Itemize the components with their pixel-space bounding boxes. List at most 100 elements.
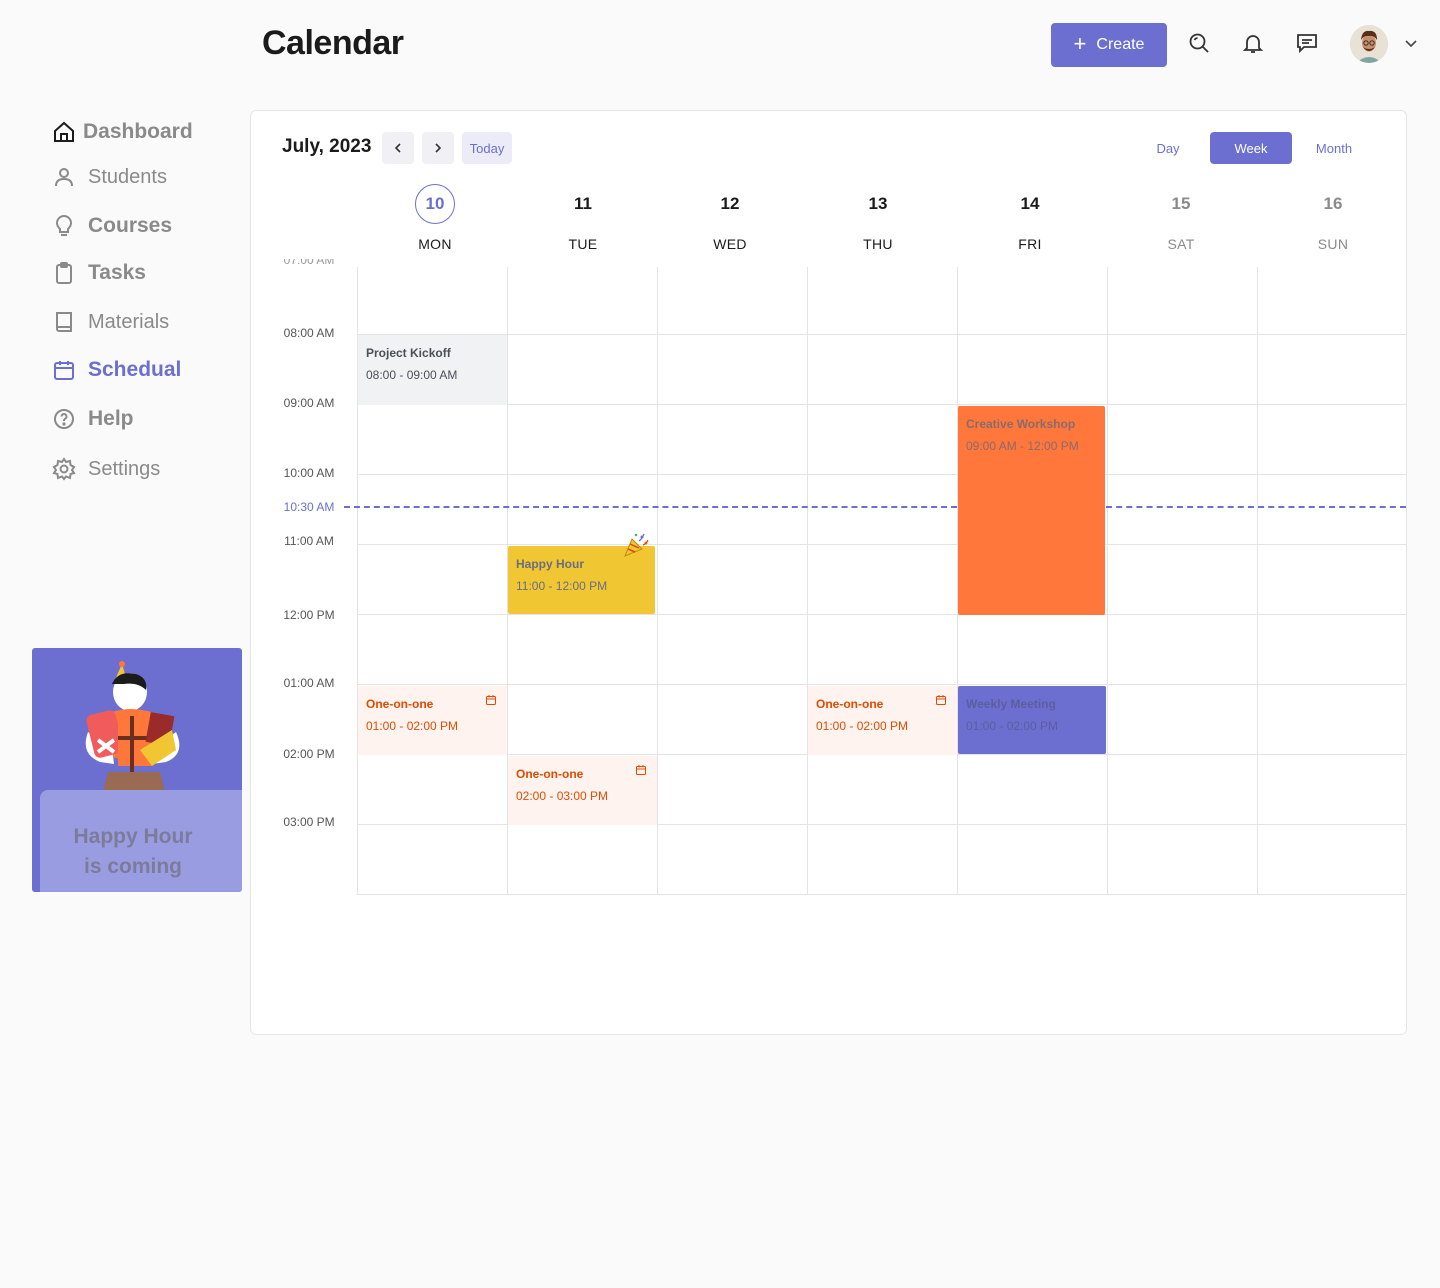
day-name: SAT <box>1167 236 1195 252</box>
promo-line-1: Happy Hour <box>73 825 193 848</box>
day-number: 10 <box>415 184 455 224</box>
view-day-button[interactable]: Day <box>1146 132 1190 164</box>
calendar-icon <box>936 695 946 705</box>
day-header-tue[interactable]: 11 TUE <box>508 184 658 252</box>
current-time-line <box>344 506 957 508</box>
current-time-line <box>1106 506 1406 508</box>
sidebar-item-students[interactable]: Students <box>52 165 167 189</box>
grid-column-line <box>657 267 658 895</box>
event-title: One-on-one <box>816 697 884 711</box>
event-one-on-one[interactable]: One-on-one 01:00 - 02:00 PM <box>358 686 507 755</box>
day-number: 14 <box>1020 194 1040 213</box>
day-number: 15 <box>1171 194 1191 213</box>
time-label: 12:00 PM <box>283 608 335 622</box>
event-title: One-on-one <box>516 767 584 781</box>
sidebar-item-label: Tasks <box>88 261 146 284</box>
current-time-label: 10:30 AM <box>283 500 335 514</box>
grid-row-line <box>357 334 1406 335</box>
event-time: 11:00 - 12:00 PM <box>516 579 608 593</box>
grid-column-line <box>1257 267 1258 895</box>
day-number: 12 <box>720 194 740 213</box>
time-label: 11:00 AM <box>284 534 334 548</box>
event-title: Project Kickoff <box>366 346 451 360</box>
calendar-icon <box>636 765 646 775</box>
create-button-label: Create <box>1096 36 1145 53</box>
event-time: 01:00 - 02:00 PM <box>816 719 909 733</box>
event-time: 01:00 - 02:00 PM <box>366 719 459 733</box>
search-icon[interactable] <box>1186 30 1212 56</box>
sidebar-item-label: Schedual <box>88 358 182 381</box>
day-number: 11 <box>574 194 592 213</box>
view-week-button[interactable]: Week <box>1210 132 1292 164</box>
day-header-sat[interactable]: 15 SAT <box>1106 184 1256 252</box>
promo-text: Happy Hour is coming <box>40 822 226 882</box>
message-icon[interactable] <box>1294 30 1320 56</box>
today-button[interactable]: Today <box>462 132 512 164</box>
sidebar-item-tasks[interactable]: Tasks <box>52 261 146 285</box>
day-name: TUE <box>568 236 598 252</box>
grid-row-line <box>357 544 1406 545</box>
grid-row-line <box>357 474 1406 475</box>
event-time: 01:00 - 02:00 PM <box>966 719 1059 733</box>
event-title: Weekly Meeting <box>966 697 1056 711</box>
help-icon <box>54 409 74 429</box>
event-one-on-one[interactable]: One-on-one 02:00 - 03:00 PM <box>508 756 657 825</box>
sidebar-item-courses[interactable]: Courses <box>52 214 172 238</box>
prev-week-button[interactable] <box>382 132 414 164</box>
view-month-button[interactable]: Month <box>1308 132 1360 164</box>
chevron-down-icon[interactable] <box>1402 34 1420 52</box>
day-header-mon[interactable]: 10 MON <box>360 184 510 252</box>
time-label: 08:00 AM <box>283 326 335 340</box>
time-label: 09:00 AM <box>283 396 335 410</box>
day-header-thu[interactable]: 13 THU <box>803 184 953 252</box>
day-name: THU <box>863 236 893 252</box>
grid-column-line <box>1107 267 1108 895</box>
event-title: One-on-one <box>366 697 434 711</box>
create-button[interactable]: + Create <box>1051 23 1167 67</box>
sidebar-item-label: Settings <box>88 457 161 480</box>
event-creative-workshop[interactable]: Creative Workshop 09:00 AM - 12:00 PM <box>958 406 1105 615</box>
gear-icon <box>52 457 76 481</box>
chevron-left-icon <box>394 143 401 153</box>
sidebar-item-label: Courses <box>88 214 173 237</box>
sidebar-item-materials[interactable]: Materials <box>52 310 169 334</box>
time-label: 10:00 AM <box>283 466 335 480</box>
day-number: 16 <box>1323 194 1343 213</box>
event-weekly-meeting[interactable]: Weekly Meeting 01:00 - 02:00 PM <box>958 686 1106 754</box>
event-time: 02:00 - 03:00 PM <box>516 789 609 803</box>
time-label: 02:00 PM <box>283 747 335 761</box>
promo-line-2: is coming <box>83 855 183 878</box>
calendar-icon <box>54 361 74 380</box>
next-week-button[interactable] <box>422 132 454 164</box>
bulb-icon <box>55 215 73 236</box>
event-one-on-one[interactable]: One-on-one 01:00 - 02:00 PM <box>808 686 957 755</box>
page-title: Calendar <box>262 24 404 62</box>
sidebar-item-label: Dashboard <box>83 120 193 143</box>
day-number: 13 <box>868 194 888 213</box>
day-header-fri[interactable]: 14 FRI <box>955 184 1105 252</box>
book-icon <box>56 312 72 332</box>
grid-row-line <box>357 404 1406 405</box>
day-name: FRI <box>1018 236 1042 252</box>
day-header-sun[interactable]: 16 SUN <box>1258 184 1408 252</box>
grid-row-line <box>357 614 1406 615</box>
sidebar-item-help[interactable]: Help <box>52 407 134 431</box>
sidebar-item-schedual[interactable]: Schedual <box>52 358 181 382</box>
sidebar-item-label: Materials <box>88 310 170 333</box>
day-header-wed[interactable]: 12 WED <box>655 184 805 252</box>
event-time: 08:00 - 09:00 AM <box>366 368 458 382</box>
sidebar-item-settings[interactable]: Settings <box>52 457 160 481</box>
grid-column-line <box>807 267 808 895</box>
bell-icon[interactable] <box>1240 30 1266 56</box>
avatar[interactable] <box>1350 25 1388 63</box>
month-label: July, 2023 <box>282 136 372 157</box>
grid-row-line <box>357 684 1406 685</box>
event-time: 09:00 AM - 12:00 PM <box>966 439 1079 453</box>
sidebar-item-dashboard[interactable]: Dashboard <box>52 120 193 144</box>
day-name: MON <box>418 236 452 252</box>
event-project-kickoff[interactable]: Project Kickoff 08:00 - 09:00 AM <box>358 335 507 405</box>
plus-icon: + <box>1073 31 1087 56</box>
happy-hour-promo[interactable]: Happy Hour is coming <box>32 648 242 892</box>
clipboard-icon <box>56 262 72 284</box>
home-icon <box>54 121 74 142</box>
